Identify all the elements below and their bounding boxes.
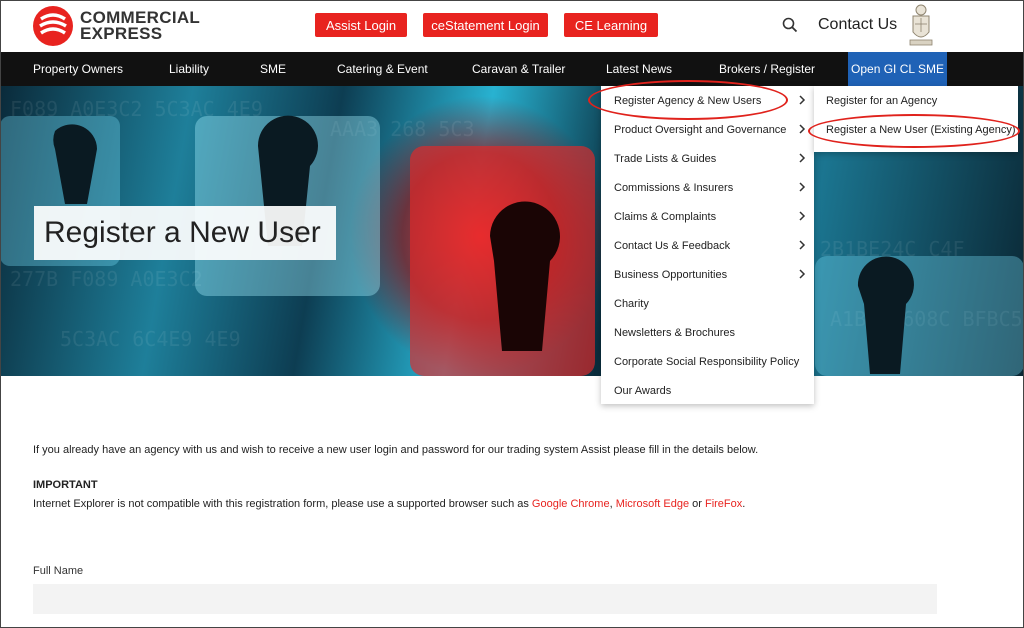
submenu-register-new-user[interactable]: Register a New User (Existing Agency)	[814, 115, 1018, 144]
important-heading: IMPORTANT	[33, 479, 98, 491]
menu-item-label: Newsletters & Brochures	[614, 326, 736, 339]
nav-catering-event[interactable]: Catering & Event	[337, 52, 428, 86]
cestatement-login-button[interactable]: ceStatement Login	[423, 13, 548, 37]
menu-item-label: Claims & Complaints	[614, 210, 717, 223]
chevron-right-icon	[799, 95, 806, 105]
menu-item-our-awards[interactable]: Our Awards	[601, 376, 814, 405]
menu-item-label: Charity	[614, 297, 649, 310]
separator-text: or	[689, 498, 705, 510]
submenu-register-agency[interactable]: Register for an Agency	[814, 86, 1018, 115]
hero-title-box: Register a New User	[34, 206, 336, 260]
menu-item-label: Product Oversight and Governance	[614, 123, 787, 136]
page-title: Register a New User	[44, 216, 321, 249]
menu-item-register-agency-new-users[interactable]: Register Agency & New Users	[601, 86, 814, 115]
top-header: COMMERCIAL EXPRESS Assist Login ceStatem…	[0, 0, 1024, 52]
browser-notice: Internet Explorer is not compatible with…	[33, 498, 745, 510]
period-text: .	[742, 498, 746, 510]
chevron-right-icon	[799, 240, 806, 250]
main-nav: Property Owners Liability SME Catering &…	[0, 52, 1024, 86]
nav-sme[interactable]: SME	[260, 52, 286, 86]
firefox-link[interactable]: FireFox	[705, 498, 742, 510]
nav-latest-news[interactable]: Latest News	[606, 52, 672, 86]
menu-item-label: Commissions & Insurers	[614, 181, 734, 194]
nav-property-owners[interactable]: Property Owners	[33, 52, 123, 86]
menu-item-label: Register Agency & New Users	[614, 94, 762, 107]
brand-logo-icon	[33, 6, 73, 46]
register-submenu: Register for an Agency Register a New Us…	[814, 86, 1018, 152]
chevron-right-icon	[799, 153, 806, 163]
browser-notice-text: Internet Explorer is not compatible with…	[33, 498, 532, 510]
chevron-right-icon	[799, 182, 806, 192]
menu-item-claims-complaints[interactable]: Claims & Complaints	[601, 202, 814, 231]
menu-item-commissions-insurers[interactable]: Commissions & Insurers	[601, 173, 814, 202]
menu-item-newsletters[interactable]: Newsletters & Brochures	[601, 318, 814, 347]
nav-caravan-trailer[interactable]: Caravan & Trailer	[472, 52, 565, 86]
menu-item-label: Business Opportunities	[614, 268, 728, 281]
full-name-input[interactable]	[33, 584, 937, 614]
ce-learning-button[interactable]: CE Learning	[564, 13, 658, 37]
menu-item-csr-policy[interactable]: Corporate Social Responsibility Policy	[601, 347, 814, 376]
brokers-register-dropdown: Register Agency & New Users Product Over…	[601, 86, 814, 404]
chevron-right-icon	[799, 269, 806, 279]
svg-text:5C3AC 6C4E9 4E9: 5C3AC 6C4E9 4E9	[60, 327, 241, 351]
nav-brokers-register[interactable]: Brokers / Register	[719, 52, 815, 86]
menu-item-label: Our Awards	[614, 384, 672, 397]
menu-item-contact-feedback[interactable]: Contact Us & Feedback	[601, 231, 814, 260]
nav-open-gi-cl-sme[interactable]: Open GI CL SME	[848, 52, 947, 86]
menu-item-label: Contact Us & Feedback	[614, 239, 731, 252]
microsoft-edge-link[interactable]: Microsoft Edge	[616, 498, 689, 510]
menu-item-product-oversight[interactable]: Product Oversight and Governance	[601, 115, 814, 144]
brand-name: COMMERCIAL EXPRESS	[80, 9, 200, 43]
chevron-right-icon	[799, 211, 806, 221]
svg-text:277B F089 A0E3C2: 277B F089 A0E3C2	[10, 267, 203, 291]
assist-login-button[interactable]: Assist Login	[315, 13, 407, 37]
menu-item-label: Trade Lists & Guides	[614, 152, 717, 165]
menu-item-label: Corporate Social Responsibility Policy	[614, 355, 800, 368]
search-icon[interactable]	[782, 17, 798, 33]
brand-line2: EXPRESS	[80, 24, 163, 43]
menu-item-charity[interactable]: Charity	[601, 289, 814, 318]
chevron-right-icon	[799, 124, 806, 134]
full-name-label: Full Name	[33, 565, 84, 577]
contact-us-link[interactable]: Contact Us	[818, 16, 897, 34]
nav-liability[interactable]: Liability	[169, 52, 209, 86]
brand-logo[interactable]: COMMERCIAL EXPRESS	[32, 5, 200, 47]
menu-item-trade-lists[interactable]: Trade Lists & Guides	[601, 144, 814, 173]
menu-item-business-opportunities[interactable]: Business Opportunities	[601, 260, 814, 289]
google-chrome-link[interactable]: Google Chrome	[532, 498, 610, 510]
intro-text: If you already have an agency with us an…	[33, 444, 759, 456]
crest-icon	[909, 4, 933, 46]
